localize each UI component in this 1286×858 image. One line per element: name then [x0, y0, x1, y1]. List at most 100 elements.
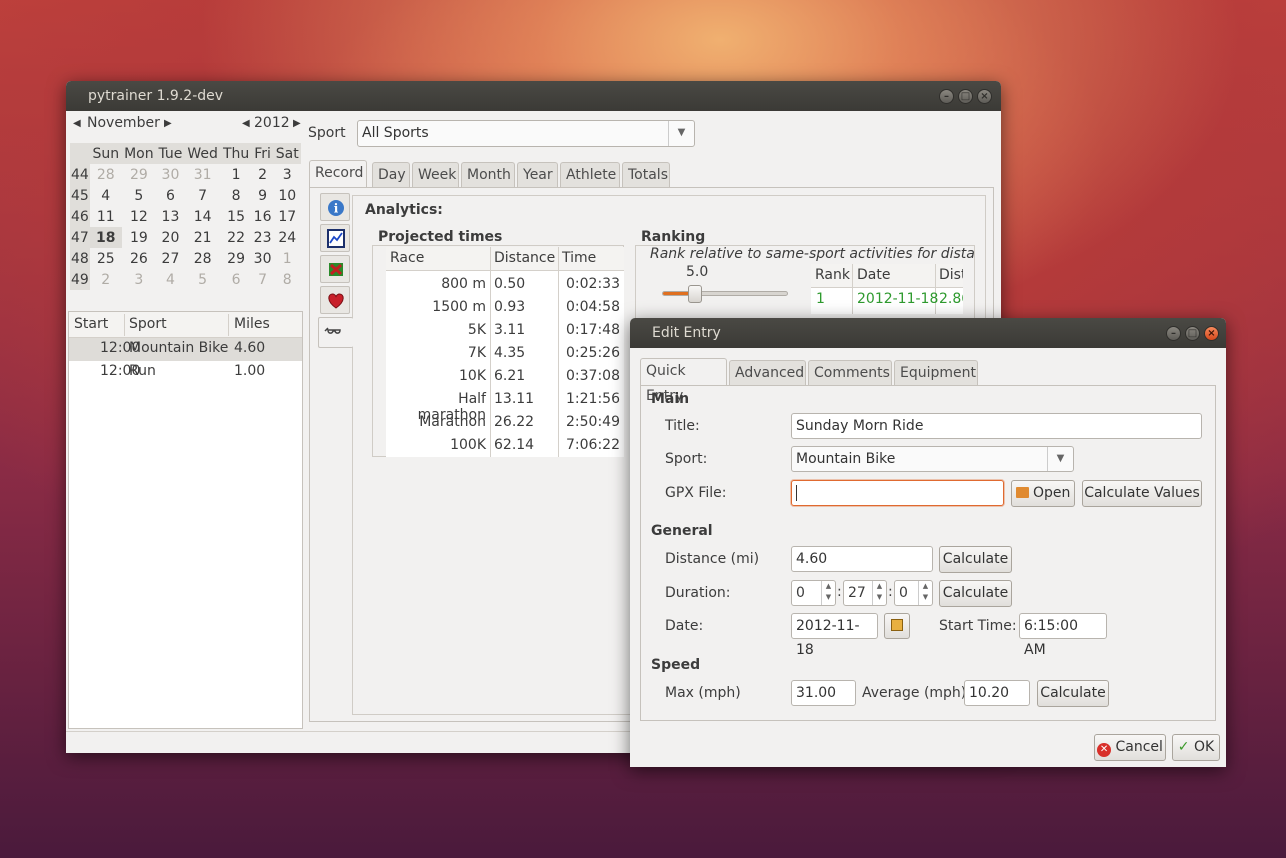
tab-week[interactable]: Week — [412, 162, 459, 188]
calendar-day[interactable]: 2 — [252, 164, 274, 185]
open-button[interactable]: Open — [1011, 480, 1075, 507]
chevron-down-icon: ▼ — [668, 121, 694, 146]
tab-equipment[interactable]: Equipment — [894, 360, 978, 386]
table-row[interactable]: 12:00 Mountain Bike 4.60 — [69, 338, 302, 361]
cell-distance: 0.50 — [494, 276, 526, 292]
calendar-day[interactable]: 26 — [122, 248, 157, 269]
distance-input[interactable]: 4.60 — [791, 546, 933, 572]
date-input[interactable]: 2012-11-18 — [791, 613, 878, 658]
calendar-day[interactable]: 16 — [252, 206, 274, 227]
col-start-header[interactable]: Start — [74, 316, 108, 332]
tab-quick-entry[interactable]: Quick Entry — [640, 358, 727, 404]
calendar-day[interactable]: 2 — [90, 269, 122, 290]
tab-record[interactable]: Record — [309, 160, 367, 188]
calendar-day[interactable]: 19 — [122, 227, 157, 248]
calendar-day[interactable]: 5 — [185, 269, 221, 290]
col-sport-header[interactable]: Sport — [129, 316, 167, 332]
minimize-button[interactable]: – — [1166, 326, 1181, 341]
calendar-day[interactable]: 8 — [221, 185, 252, 206]
next-month-icon[interactable]: ▶ — [164, 118, 172, 129]
tab-comments[interactable]: Comments — [808, 360, 892, 386]
calendar-day[interactable]: 3 — [122, 269, 157, 290]
next-year-icon[interactable]: ▶ — [293, 118, 301, 129]
calendar-day[interactable]: 11 — [90, 206, 122, 227]
duration-seconds-stepper[interactable]: 0 ▲ ▼ — [894, 580, 933, 606]
info-tab[interactable]: i — [320, 193, 350, 221]
calendar-day[interactable]: 7 — [185, 185, 221, 206]
calendar-button[interactable] — [884, 613, 910, 639]
minimize-button[interactable]: – — [939, 89, 954, 104]
sport-select[interactable]: Mountain Bike ▼ — [791, 446, 1074, 472]
graph-tab[interactable] — [320, 224, 350, 252]
tab-advanced[interactable]: Advanced — [729, 360, 806, 386]
main-section-title: Main — [651, 391, 690, 407]
calendar-day[interactable]: 1 — [273, 248, 301, 269]
distance-slider[interactable] — [662, 285, 788, 303]
calendar-day[interactable]: 15 — [221, 206, 252, 227]
cancel-button[interactable]: ✕ Cancel — [1094, 734, 1166, 761]
calendar-day[interactable]: 1 — [221, 164, 252, 185]
calendar-day[interactable]: 4 — [90, 185, 122, 206]
analytics-tab[interactable] — [318, 317, 353, 348]
gpx-file-input[interactable] — [791, 480, 1004, 506]
calendar-day[interactable]: 6 — [221, 269, 252, 290]
calendar-day[interactable]: 28 — [185, 248, 221, 269]
prev-month-icon[interactable]: ◀ — [73, 118, 81, 129]
tab-athlete[interactable]: Athlete — [560, 162, 620, 188]
calendar-day[interactable]: 29 — [122, 164, 157, 185]
calendar-day[interactable]: 7 — [252, 269, 274, 290]
calendar-day[interactable]: 20 — [156, 227, 185, 248]
heartrate-tab[interactable] — [320, 286, 350, 314]
calculate-speed-button[interactable]: Calculate — [1037, 680, 1109, 707]
table-row: 800 m 0.50 0:02:33 — [386, 274, 624, 297]
calendar-day[interactable]: 9 — [252, 185, 274, 206]
sport-combo[interactable]: All Sports ▼ — [357, 120, 695, 147]
duration-hours-stepper[interactable]: 0 ▲ ▼ — [791, 580, 836, 606]
calendar-day[interactable]: 28 — [90, 164, 122, 185]
calculate-distance-button[interactable]: Calculate — [939, 546, 1012, 573]
prev-year-icon[interactable]: ◀ — [242, 118, 250, 129]
calendar-day[interactable]: 5 — [122, 185, 157, 206]
title-input[interactable]: Sunday Morn Ride — [791, 413, 1202, 439]
calendar-day[interactable]: 17 — [273, 206, 301, 227]
average-speed-input[interactable]: 10.20 — [964, 680, 1030, 706]
calendar-day[interactable]: 30 — [252, 248, 274, 269]
max-speed-input[interactable]: 31.00 — [791, 680, 856, 706]
calculate-duration-button[interactable]: Calculate — [939, 580, 1012, 607]
table-row[interactable]: 12:00 Run 1.00 — [69, 361, 302, 384]
calendar-day[interactable]: 4 — [156, 269, 185, 290]
calendar-day[interactable]: 12 — [122, 206, 157, 227]
calendar-day[interactable]: 14 — [185, 206, 221, 227]
map-tab[interactable] — [320, 255, 350, 283]
maximize-button[interactable]: □ — [1185, 326, 1200, 341]
calendar-day[interactable]: 24 — [273, 227, 301, 248]
calendar-day[interactable]: 3 — [273, 164, 301, 185]
calendar-day[interactable]: 10 — [273, 185, 301, 206]
tab-year[interactable]: Year — [517, 162, 558, 188]
slider-handle[interactable] — [688, 285, 703, 303]
col-miles-header[interactable]: Miles — [234, 316, 270, 332]
calendar-day[interactable]: 22 — [221, 227, 252, 248]
maximize-button[interactable]: □ — [958, 89, 973, 104]
calendar-day[interactable]: 27 — [156, 248, 185, 269]
ok-button[interactable]: ✓ OK — [1172, 734, 1220, 761]
calendar-day[interactable]: 31 — [185, 164, 221, 185]
calendar-day[interactable]: 29 — [221, 248, 252, 269]
calendar-day[interactable]: 18 — [90, 227, 122, 248]
calendar-day[interactable]: 8 — [273, 269, 301, 290]
calendar-day[interactable]: 30 — [156, 164, 185, 185]
start-time-input[interactable]: 6:15:00 AM — [1019, 613, 1107, 658]
tab-month[interactable]: Month — [461, 162, 515, 188]
close-button[interactable]: × — [1204, 326, 1219, 341]
analytics-title: Analytics: — [365, 202, 443, 218]
calculate-values-button[interactable]: Calculate Values — [1082, 480, 1202, 507]
calendar-day[interactable]: 21 — [185, 227, 221, 248]
tab-day[interactable]: Day — [372, 162, 410, 188]
duration-minutes-stepper[interactable]: 27 ▲ ▼ — [843, 580, 887, 606]
close-button[interactable]: × — [977, 89, 992, 104]
calendar-day[interactable]: 13 — [156, 206, 185, 227]
calendar-day[interactable]: 6 — [156, 185, 185, 206]
tab-totals[interactable]: Totals — [622, 162, 670, 188]
calendar-day[interactable]: 23 — [252, 227, 274, 248]
calendar-day[interactable]: 25 — [90, 248, 122, 269]
